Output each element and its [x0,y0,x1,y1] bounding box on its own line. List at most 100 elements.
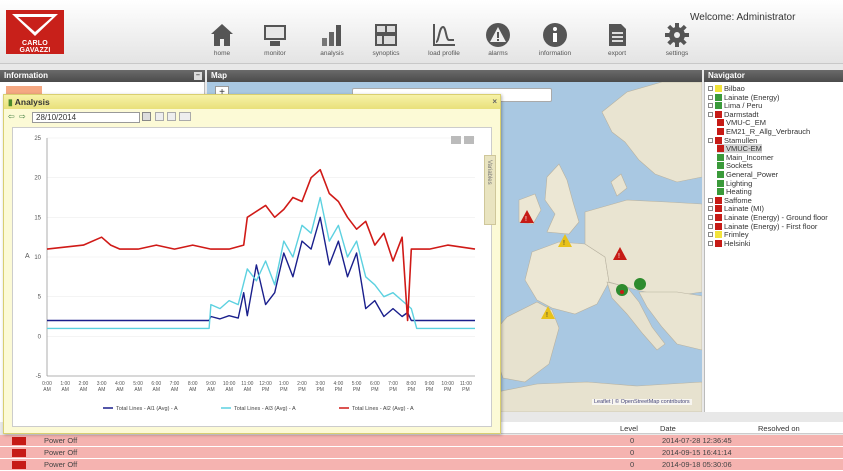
alarm-row[interactable]: Power Off 0 2014-09-18 05:30:06 [0,459,843,471]
status-square-icon [717,162,724,170]
x-tick-label: AM [116,387,124,393]
status-square-icon [715,214,722,221]
monitor-button[interactable]: monitor [255,22,295,57]
synoptics-label: synoptics [372,50,400,57]
expand-icon[interactable] [708,111,713,117]
welcome-text: Welcome: Administrator [690,12,796,23]
alarm-date: 2014-09-15 16:41:14 [662,448,732,457]
download-icon[interactable] [464,136,474,144]
x-tick-label: AM [207,387,215,393]
status-square-icon [715,110,722,118]
information-button[interactable]: information [535,22,575,57]
expand-icon[interactable] [708,197,713,203]
day-view-icon[interactable] [155,112,164,121]
x-tick-label: PM [408,387,416,393]
date-field[interactable]: 28/10/2014 [32,112,140,123]
x-tick-label: PM [389,387,397,393]
analysis-window[interactable]: ▮ Analysis × ⇦ ⇨ 28/10/2014 0:00 AM 1:00 AM… [3,94,501,434]
analysis-button[interactable]: analysis [312,22,352,57]
x-tick-label: PM [371,387,379,393]
information-label: information [538,50,572,57]
status-square-icon [715,85,722,92]
status-square-icon [715,239,722,247]
alarm-text: Power Off [44,448,78,457]
alarm-flag-icon [12,461,26,469]
expand-icon[interactable] [708,232,713,238]
synoptics-button[interactable]: synoptics [366,22,406,57]
x-tick-label: PM [316,387,324,393]
svg-text:!: ! [546,312,548,319]
home-label: home [213,50,231,57]
y-tick-label: 0 [38,334,42,340]
prev-date-arrow-icon[interactable]: ⇦ [8,112,15,121]
export-button[interactable]: export [597,22,637,57]
monitor-icon [264,25,286,46]
info-icon [543,23,567,47]
svg-text:!: ! [525,216,527,223]
alarm-row[interactable]: Power Off 0 2014-07-28 12:36:45 [0,435,843,447]
alarm-date: 2014-09-18 05:30:06 [662,460,732,469]
analysis-titlebar[interactable]: ▮ Analysis × [4,95,500,109]
legend-label: Total Lines - Al2 (Avg) - A [352,406,414,412]
y-tick-label: 25 [34,136,41,142]
next-date-arrow-icon[interactable]: ⇨ [19,112,26,121]
x-tick-label: AM [134,387,142,393]
y-tick-label: 15 [34,215,41,221]
alarm-row[interactable]: Power Off 0 2014-09-15 16:41:14 [0,447,843,459]
expand-icon[interactable] [708,86,713,91]
status-square-icon [717,179,724,187]
bar-chart-icon: ▮ [8,97,13,107]
x-tick-label: PM [426,387,434,393]
export-icon [609,24,626,46]
status-square-icon [717,119,724,127]
warning-marker[interactable]: ! [558,234,572,247]
x-tick-label: PM [262,387,270,393]
export-label: export [607,50,627,57]
x-tick-label: AM [98,387,106,393]
x-tick-label: PM [462,387,470,393]
analysis-label: analysis [320,50,344,57]
expand-icon[interactable] [708,240,713,246]
alarm-date: 2014-07-28 12:36:45 [662,436,732,445]
analysis-chart[interactable]: 0:00 AM 1:00 AM 2:00 AM 3:00 AM 4:00 AM 5:00 AM 6:00… [12,127,492,427]
navigator-panel-title: Navigator [708,71,745,80]
home-button[interactable]: home [202,22,242,57]
navigator-item[interactable]: Helsinki [708,239,750,248]
load-profile-button[interactable]: load profile [424,22,464,57]
x-tick-label: PM [298,387,306,393]
variables-side-tab[interactable]: Variables [484,155,496,225]
alarms-button[interactable]: alarms [478,22,518,57]
status-square-icon [717,153,724,161]
navigator-panel-header: Navigator [704,70,843,82]
x-tick-label: PM [444,387,452,393]
legend-label: Total Lines - Al1 (Avg) - A [116,406,178,412]
close-icon[interactable]: × [492,97,497,106]
status-square-icon [715,205,722,213]
top-toolbar: CARLO GAVAZZI home monitor analysis syno… [0,0,843,64]
map-panel-header: Map [207,70,702,82]
svg-text:!: ! [563,240,565,247]
expand-icon[interactable] [708,103,713,109]
svg-text:!: ! [618,253,620,260]
navigator-panel: Bilbao Lainate (Energy) Lima / Peru Darmsta… [704,82,843,412]
print-icon[interactable] [451,136,461,144]
status-square-icon [715,136,722,144]
expand-icon[interactable] [708,94,713,100]
expand-icon[interactable] [708,223,713,229]
status-square-icon [715,196,722,204]
x-tick-label: PM [280,387,288,393]
settings-button[interactable]: settings [657,22,697,57]
carlo-gavazzi-logo: CARLO GAVAZZI [6,10,64,54]
month-view-icon[interactable] [179,112,191,121]
expand-icon[interactable] [708,215,713,220]
status-square-icon [715,93,722,101]
week-view-icon[interactable] [167,112,176,121]
information-panel-header: Information – [0,70,205,82]
x-tick-label: AM [189,387,197,393]
expand-icon[interactable] [708,206,713,212]
status-square-icon [717,188,724,196]
calendar-icon[interactable] [142,112,151,121]
minimize-icon[interactable]: – [194,72,202,80]
expand-icon[interactable] [708,137,713,143]
alarm-level: 0 [630,436,635,445]
